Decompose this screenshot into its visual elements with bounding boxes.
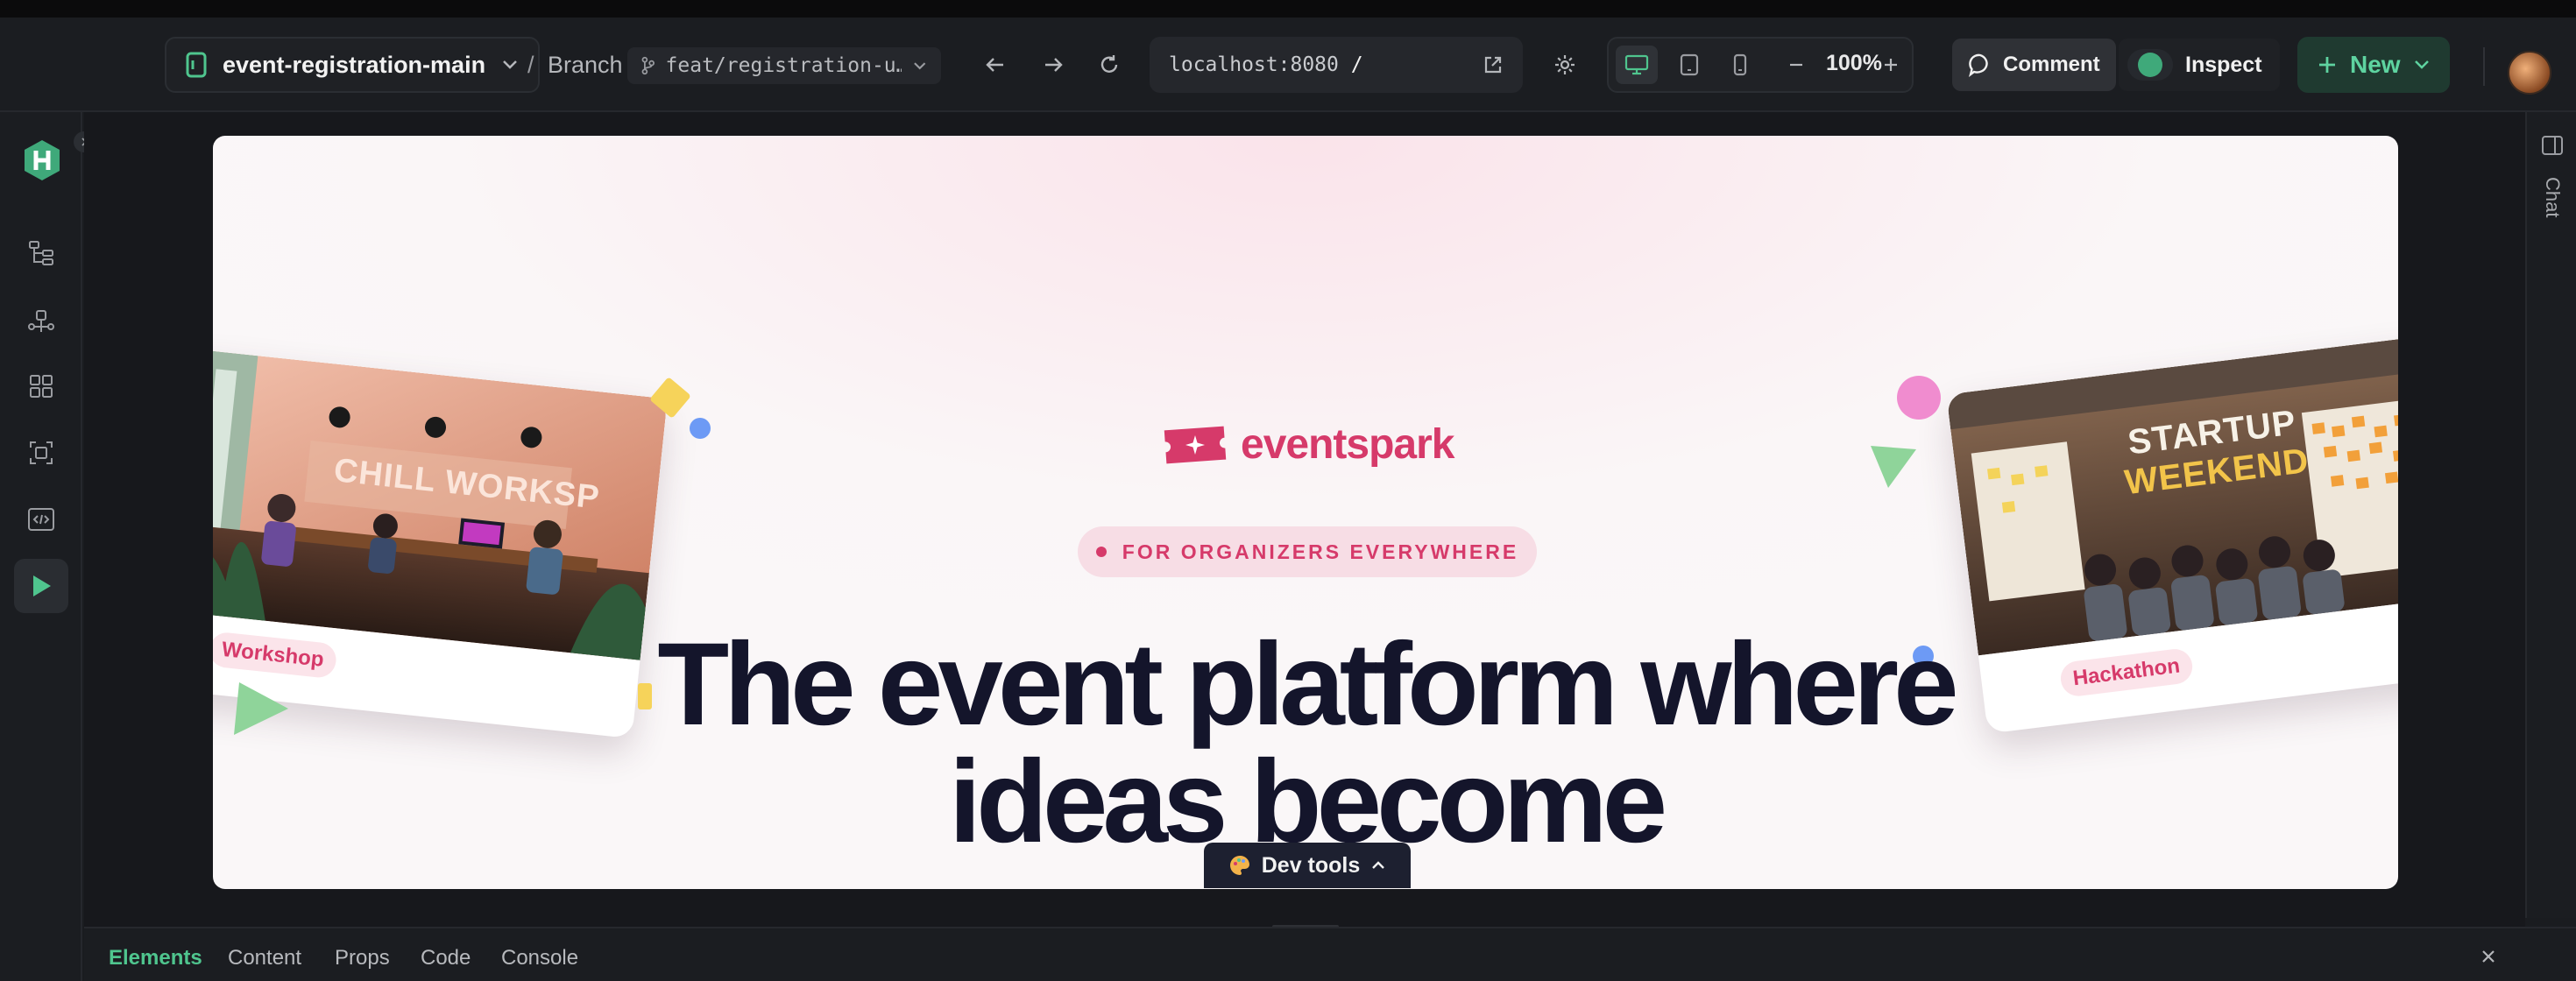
top-strip bbox=[0, 0, 2576, 18]
close-icon bbox=[2482, 950, 2495, 963]
avatar[interactable] bbox=[2508, 51, 2551, 95]
minus-icon bbox=[1790, 63, 1802, 67]
settings-button[interactable] bbox=[1544, 44, 1586, 86]
site-preview[interactable]: CHILL WORKSP Workshop STARTUP WEEKEND Ha… bbox=[213, 136, 2398, 889]
comment-icon bbox=[1969, 53, 1988, 77]
project-name: event-registration-main bbox=[223, 51, 486, 78]
tab-console[interactable]: Console bbox=[501, 946, 578, 970]
url-host: localhost:8080 bbox=[1169, 53, 1339, 76]
ticket-logo-icon bbox=[1164, 426, 1227, 463]
inspect-switch-knob bbox=[2138, 53, 2162, 77]
refresh-icon bbox=[1100, 55, 1118, 73]
badge-text: FOR ORGANIZERS EVERYWHERE bbox=[1122, 540, 1519, 563]
zoom-out-button[interactable] bbox=[1775, 46, 1817, 84]
workshop-photo bbox=[213, 347, 668, 660]
branch-label: Branch bbox=[548, 51, 623, 78]
badge-dot bbox=[1095, 547, 1107, 557]
inspect-toggle-button[interactable]: Inspect bbox=[2119, 39, 2280, 91]
tablet-icon bbox=[1680, 53, 1699, 76]
decor-dot-blue bbox=[690, 418, 711, 439]
close-panel-button[interactable] bbox=[2476, 944, 2501, 969]
decor-triangle-green bbox=[1871, 446, 1916, 488]
right-sidebar: Chat bbox=[2525, 112, 2576, 918]
sidebar-item-grid[interactable] bbox=[14, 359, 68, 413]
external-link-icon[interactable] bbox=[1483, 54, 1504, 75]
inspect-label: Inspect bbox=[2185, 52, 2262, 77]
phone-icon bbox=[1733, 53, 1747, 76]
gear-icon bbox=[1555, 55, 1575, 74]
monitor-icon bbox=[1624, 54, 1649, 75]
brand-logo[interactable]: eventspark bbox=[1162, 420, 1454, 469]
chevron-up-icon bbox=[1372, 861, 1385, 869]
chevron-down-icon bbox=[2414, 60, 2429, 69]
palette-icon bbox=[1229, 855, 1249, 875]
decor-circle-pink bbox=[1897, 376, 1941, 420]
device-zoom-group: 100% bbox=[1607, 37, 1914, 93]
sidebar-item-frame[interactable] bbox=[14, 426, 68, 480]
comment-label: Comment bbox=[2003, 53, 2100, 76]
comment-button[interactable]: Comment bbox=[1952, 39, 2116, 91]
git-branch-icon bbox=[641, 56, 655, 75]
arrow-right-icon bbox=[1045, 58, 1063, 72]
tab-code[interactable]: Code bbox=[421, 946, 471, 970]
decor-triangle-green bbox=[234, 682, 288, 735]
desktop-view-button[interactable] bbox=[1616, 46, 1658, 84]
code-icon bbox=[28, 508, 54, 531]
component-icon bbox=[28, 310, 54, 332]
grid-icon bbox=[30, 375, 53, 398]
frame-icon bbox=[30, 441, 53, 464]
mobile-view-button[interactable] bbox=[1719, 46, 1761, 84]
hero-headline: The event platform where ideas become bbox=[563, 626, 2048, 861]
file-icon bbox=[186, 52, 207, 78]
chevron-down-icon bbox=[913, 62, 925, 70]
new-button[interactable]: New bbox=[2297, 37, 2450, 93]
inspect-switch[interactable] bbox=[2127, 49, 2173, 81]
app-logo-icon bbox=[25, 140, 60, 180]
tab-content[interactable]: Content bbox=[228, 946, 301, 970]
breadcrumb-separator: / bbox=[527, 51, 534, 78]
left-sidebar bbox=[0, 112, 95, 981]
bottom-devtools-panel: Elements Content Props Code Console bbox=[84, 927, 2576, 981]
chevron-down-icon bbox=[503, 60, 517, 69]
card-tag-workshop: Workshop bbox=[213, 631, 338, 680]
arrow-left-icon bbox=[986, 58, 1003, 72]
back-button[interactable] bbox=[974, 44, 1016, 86]
top-toolbar: event-registration-main / Branch feat/re… bbox=[0, 18, 2576, 112]
url-path: / bbox=[1350, 53, 1363, 76]
audience-badge: FOR ORGANIZERS EVERYWHERE bbox=[1078, 526, 1537, 577]
toolbar-divider bbox=[2483, 47, 2485, 86]
tab-elements[interactable]: Elements bbox=[109, 946, 202, 970]
headline-line-1: The event platform where bbox=[657, 619, 1958, 750]
brand-name: eventspark bbox=[1241, 421, 1454, 468]
branch-name: feat/registration-u… bbox=[665, 54, 902, 77]
card-tag-hackathon: Hackathon bbox=[2058, 646, 2195, 698]
new-label: New bbox=[2350, 51, 2401, 78]
url-text: localhost:8080 / bbox=[1169, 53, 1363, 76]
sidebar-item-components[interactable] bbox=[14, 294, 68, 349]
dev-tools-toggle[interactable]: Dev tools bbox=[1204, 843, 1411, 888]
chat-tab[interactable]: Chat bbox=[2541, 177, 2564, 217]
plus-icon bbox=[2319, 57, 2335, 73]
project-selector[interactable]: event-registration-main bbox=[165, 37, 541, 93]
sidebar-item-preview[interactable] bbox=[14, 559, 68, 613]
zoom-in-button[interactable] bbox=[1870, 46, 1912, 84]
sitemap-icon bbox=[29, 241, 53, 265]
sidebar-item-hierarchy[interactable] bbox=[14, 226, 68, 280]
play-icon bbox=[33, 575, 51, 596]
panel-toggle-icon[interactable] bbox=[2541, 135, 2564, 156]
branch-selector[interactable]: feat/registration-u… bbox=[627, 47, 941, 84]
dev-tools-label: Dev tools bbox=[1261, 852, 1361, 878]
plus-icon bbox=[1885, 59, 1897, 71]
tab-props[interactable]: Props bbox=[335, 946, 390, 970]
reload-button[interactable] bbox=[1088, 44, 1130, 86]
tablet-view-button[interactable] bbox=[1668, 46, 1710, 84]
forward-button[interactable] bbox=[1032, 44, 1074, 86]
url-bar[interactable]: localhost:8080 / bbox=[1150, 37, 1523, 93]
sidebar-item-code[interactable] bbox=[14, 492, 68, 547]
